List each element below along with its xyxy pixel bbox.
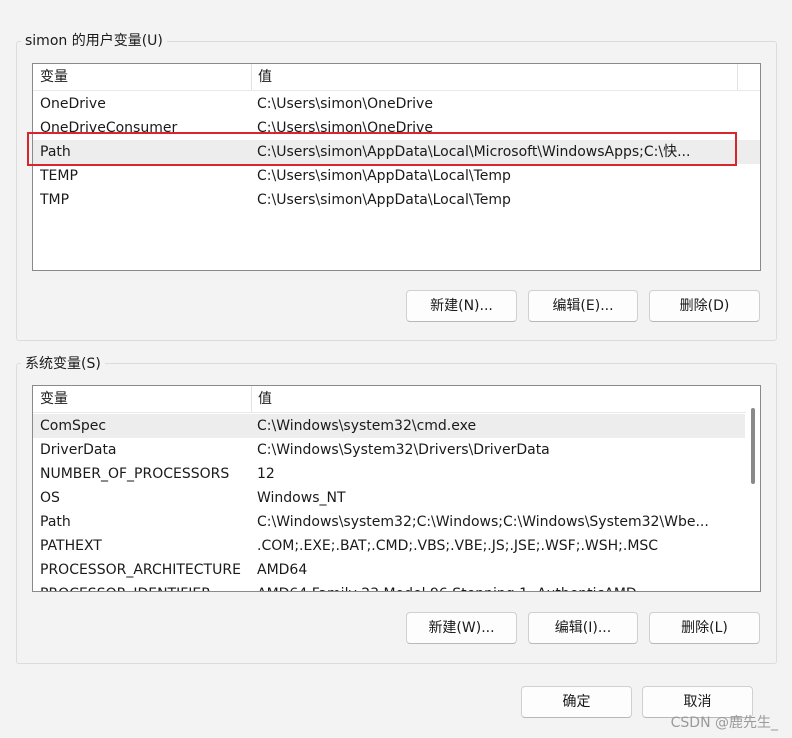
system-delete-button[interactable]: 删除(L)	[649, 612, 760, 644]
user-edit-button[interactable]: 编辑(E)...	[528, 290, 638, 322]
table-row[interactable]: TMP C:\Users\simon\AppData\Local\Temp	[33, 188, 760, 212]
variable-value: .COM;.EXE;.BAT;.CMD;.VBS;.VBE;.JS;.JSE;.…	[257, 538, 659, 554]
table-row[interactable]: OneDriveConsumer C:\Users\simon\OneDrive	[33, 116, 760, 140]
table-row[interactable]: PROCESSOR_IDENTIFIER AMD64 Family 23 Mod…	[33, 582, 745, 591]
system-new-button[interactable]: 新建(W)...	[406, 612, 517, 644]
variable-value: Windows_NT	[257, 490, 346, 506]
variable-name: OS	[40, 490, 60, 506]
variable-name: NUMBER_OF_PROCESSORS	[40, 466, 230, 482]
table-row[interactable]: Path C:\Windows\system32;C:\Windows;C:\W…	[33, 510, 745, 534]
user-variables-list[interactable]: 变量 值 OneDrive C:\Users\simon\OneDrive On…	[32, 63, 761, 271]
table-row[interactable]: PATHEXT .COM;.EXE;.BAT;.CMD;.VBS;.VBE;.J…	[33, 534, 745, 558]
user-variables-title: simon 的用户变量(U)	[21, 32, 167, 50]
column-separator[interactable]	[737, 64, 738, 90]
column-header-variable[interactable]: 变量	[33, 386, 251, 412]
variable-name: ComSpec	[40, 418, 107, 434]
variable-name: PATHEXT	[40, 538, 102, 554]
variable-name: Path	[40, 144, 71, 160]
variable-name: TMP	[40, 192, 70, 208]
system-variables-list[interactable]: 变量 值 ComSpec C:\Windows\system32\cmd.exe…	[32, 385, 761, 592]
watermark: CSDN @鹿先生_	[670, 715, 778, 731]
column-header-value[interactable]: 值	[251, 386, 737, 412]
table-row[interactable]: TEMP C:\Users\simon\AppData\Local\Temp	[33, 164, 760, 188]
vertical-scrollbar[interactable]	[746, 386, 760, 591]
variable-value: C:\Windows\System32\Drivers\DriverData	[257, 442, 550, 458]
variable-name: OneDrive	[40, 96, 106, 112]
column-header-value[interactable]: 值	[251, 64, 737, 90]
variable-value: AMD64 Family 23 Model 96 Stepping 1, Aut…	[257, 582, 733, 591]
ok-button[interactable]: 确定	[521, 686, 632, 718]
variable-name: PROCESSOR_ARCHITECTURE	[40, 562, 241, 578]
variable-value: C:\Users\simon\OneDrive	[257, 96, 433, 112]
user-new-button[interactable]: 新建(N)...	[406, 290, 517, 322]
variable-value: AMD64	[257, 562, 308, 578]
table-row[interactable]: OS Windows_NT	[33, 486, 745, 510]
variable-value: C:\Users\simon\AppData\Local\Temp	[257, 192, 511, 208]
table-row[interactable]: OneDrive C:\Users\simon\OneDrive	[33, 92, 760, 116]
variable-name: DriverData	[40, 442, 117, 458]
table-row-selected[interactable]: ComSpec C:\Windows\system32\cmd.exe	[33, 414, 745, 438]
user-delete-button[interactable]: 删除(D)	[649, 290, 760, 322]
variable-value: 12	[257, 466, 275, 482]
scrollbar-thumb[interactable]	[751, 408, 755, 484]
variable-value: C:\Users\simon\AppData\Local\Microsoft\W…	[257, 144, 691, 160]
variable-name: TEMP	[40, 168, 78, 184]
column-header-variable[interactable]: 变量	[33, 64, 251, 90]
variable-value: C:\Windows\system32;C:\Windows;C:\Window…	[257, 514, 709, 530]
variable-name: Path	[40, 514, 71, 530]
table-row[interactable]: DriverData C:\Windows\System32\Drivers\D…	[33, 438, 745, 462]
table-row-selected[interactable]: Path C:\Users\simon\AppData\Local\Micros…	[33, 140, 760, 164]
system-list-header: 变量 值	[33, 386, 760, 413]
variable-name: OneDriveConsumer	[40, 120, 178, 136]
user-list-header: 变量 值	[33, 64, 760, 91]
variable-value: C:\Windows\system32\cmd.exe	[257, 418, 477, 434]
system-variables-title: 系统变量(S)	[21, 355, 105, 373]
table-row[interactable]: PROCESSOR_ARCHITECTURE AMD64	[33, 558, 745, 582]
variable-name: PROCESSOR_IDENTIFIER	[40, 582, 254, 591]
variable-value: C:\Users\simon\OneDrive	[257, 120, 433, 136]
table-row[interactable]: NUMBER_OF_PROCESSORS 12	[33, 462, 745, 486]
variable-value: C:\Users\simon\AppData\Local\Temp	[257, 168, 511, 184]
system-edit-button[interactable]: 编辑(I)...	[528, 612, 638, 644]
